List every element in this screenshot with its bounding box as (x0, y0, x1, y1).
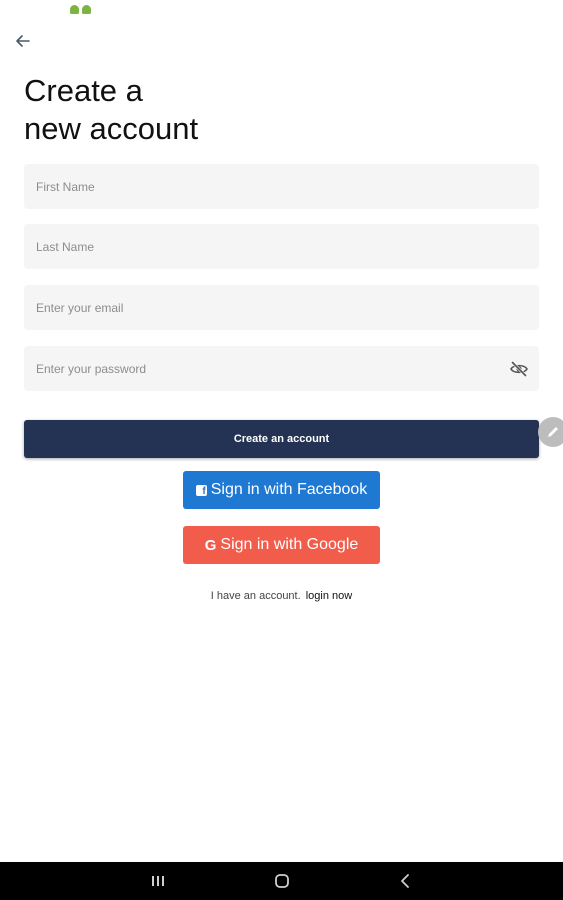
last-name-input[interactable] (24, 224, 539, 269)
create-account-button[interactable]: Create an account (24, 420, 539, 458)
notification-icons (70, 5, 91, 14)
eye-off-icon[interactable] (509, 359, 529, 379)
page-title-line-1: Create a (24, 73, 143, 108)
last-name-field-container (24, 224, 539, 269)
google-signin-label: Sign in with Google (220, 536, 359, 553)
back-arrow-icon[interactable] (12, 30, 34, 52)
google-signin-button[interactable]: G Sign in with Google (183, 526, 380, 564)
password-input[interactable] (24, 346, 539, 391)
facebook-icon: f (195, 484, 207, 496)
back-chevron-icon[interactable] (397, 872, 415, 890)
login-prompt: I have an account. login now (0, 590, 563, 602)
email-input[interactable] (24, 285, 539, 330)
page-title-line-2: new account (24, 111, 199, 146)
status-bar (0, 0, 563, 22)
pencil-icon[interactable] (538, 417, 563, 447)
home-icon[interactable] (273, 872, 291, 890)
login-now-link[interactable]: login now (306, 590, 352, 602)
android-icon (82, 5, 91, 14)
first-name-field-container (24, 164, 539, 209)
android-icon (70, 5, 79, 14)
page-title: Create a new account (24, 72, 424, 148)
first-name-input[interactable] (24, 164, 539, 209)
navigation-bar (0, 862, 563, 900)
facebook-signin-label: Sign in with Facebook (210, 481, 368, 498)
create-account-label: Create an account (233, 433, 330, 445)
email-field-container (24, 285, 539, 330)
password-field-container (24, 346, 539, 391)
google-icon: G (204, 536, 217, 554)
facebook-signin-button[interactable]: f Sign in with Facebook (183, 471, 380, 509)
have-account-text: I have an account. (210, 590, 301, 602)
recents-icon[interactable] (149, 872, 167, 890)
